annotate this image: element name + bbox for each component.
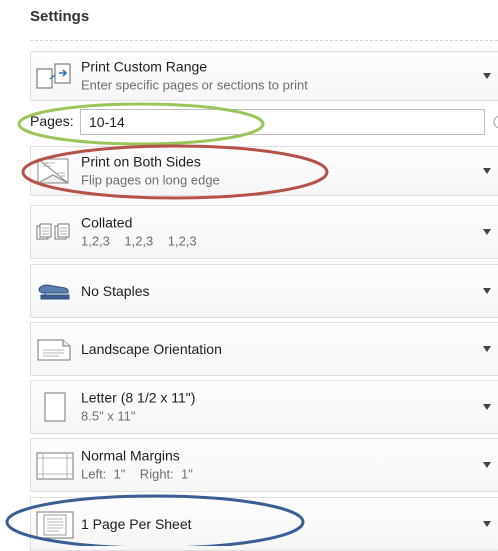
print-range-description: Enter specific pages or sections to prin… (81, 77, 308, 93)
settings-divider (30, 40, 498, 41)
pages-row: Pages: (30, 109, 498, 135)
duplex-icon (35, 153, 75, 189)
chevron-down-icon (483, 168, 491, 174)
stapler-icon (35, 273, 75, 309)
collation-label: Collated (81, 214, 133, 231)
chevron-down-icon (483, 73, 491, 79)
chevron-down-icon (483, 229, 491, 235)
chevron-down-icon (483, 288, 491, 294)
pages-label: Pages: (30, 113, 74, 129)
margins-description: Left: 1" Right: 1" (81, 466, 193, 482)
paper-size-dropdown[interactable]: Letter (8 1/2 x 11") 8.5" x 11" (30, 380, 498, 434)
duplex-dropdown[interactable]: Print on Both Sides Flip pages on long e… (30, 146, 498, 196)
paper-size-description: 8.5" x 11" (81, 408, 136, 424)
letter-page-icon (35, 389, 75, 425)
margins-dropdown[interactable]: Normal Margins Left: 1" Right: 1" (30, 438, 498, 492)
page-per-sheet-icon (35, 506, 75, 542)
custom-range-icon (35, 58, 75, 94)
chevron-down-icon (483, 521, 491, 527)
orientation-dropdown[interactable]: Landscape Orientation (30, 322, 498, 376)
margins-icon (35, 447, 75, 483)
collation-description: 1,2,3 1,2,3 1,2,3 (81, 233, 197, 249)
collation-dropdown[interactable]: Collated 1,2,3 1,2,3 1,2,3 (30, 205, 498, 259)
pages-input[interactable] (80, 109, 485, 135)
info-icon[interactable] (493, 115, 498, 129)
pages-per-sheet-label: 1 Page Per Sheet (81, 515, 192, 532)
duplex-label: Print on Both Sides (81, 153, 201, 170)
print-range-dropdown[interactable]: Print Custom Range Enter specific pages … (30, 51, 498, 101)
chevron-down-icon (483, 462, 491, 468)
orientation-label: Landscape Orientation (81, 340, 222, 357)
collated-icon (35, 214, 75, 250)
pages-per-sheet-dropdown[interactable]: 1 Page Per Sheet (30, 497, 498, 551)
settings-heading: Settings (30, 8, 90, 25)
paper-size-label: Letter (8 1/2 x 11") (81, 389, 196, 406)
chevron-down-icon (483, 346, 491, 352)
print-range-label: Print Custom Range (81, 58, 208, 75)
chevron-down-icon (483, 404, 491, 410)
duplex-description: Flip pages on long edge (81, 172, 220, 188)
staples-dropdown[interactable]: No Staples (30, 264, 498, 318)
margins-label: Normal Margins (81, 447, 180, 464)
landscape-page-icon (35, 331, 75, 367)
staples-label: No Staples (81, 282, 150, 299)
